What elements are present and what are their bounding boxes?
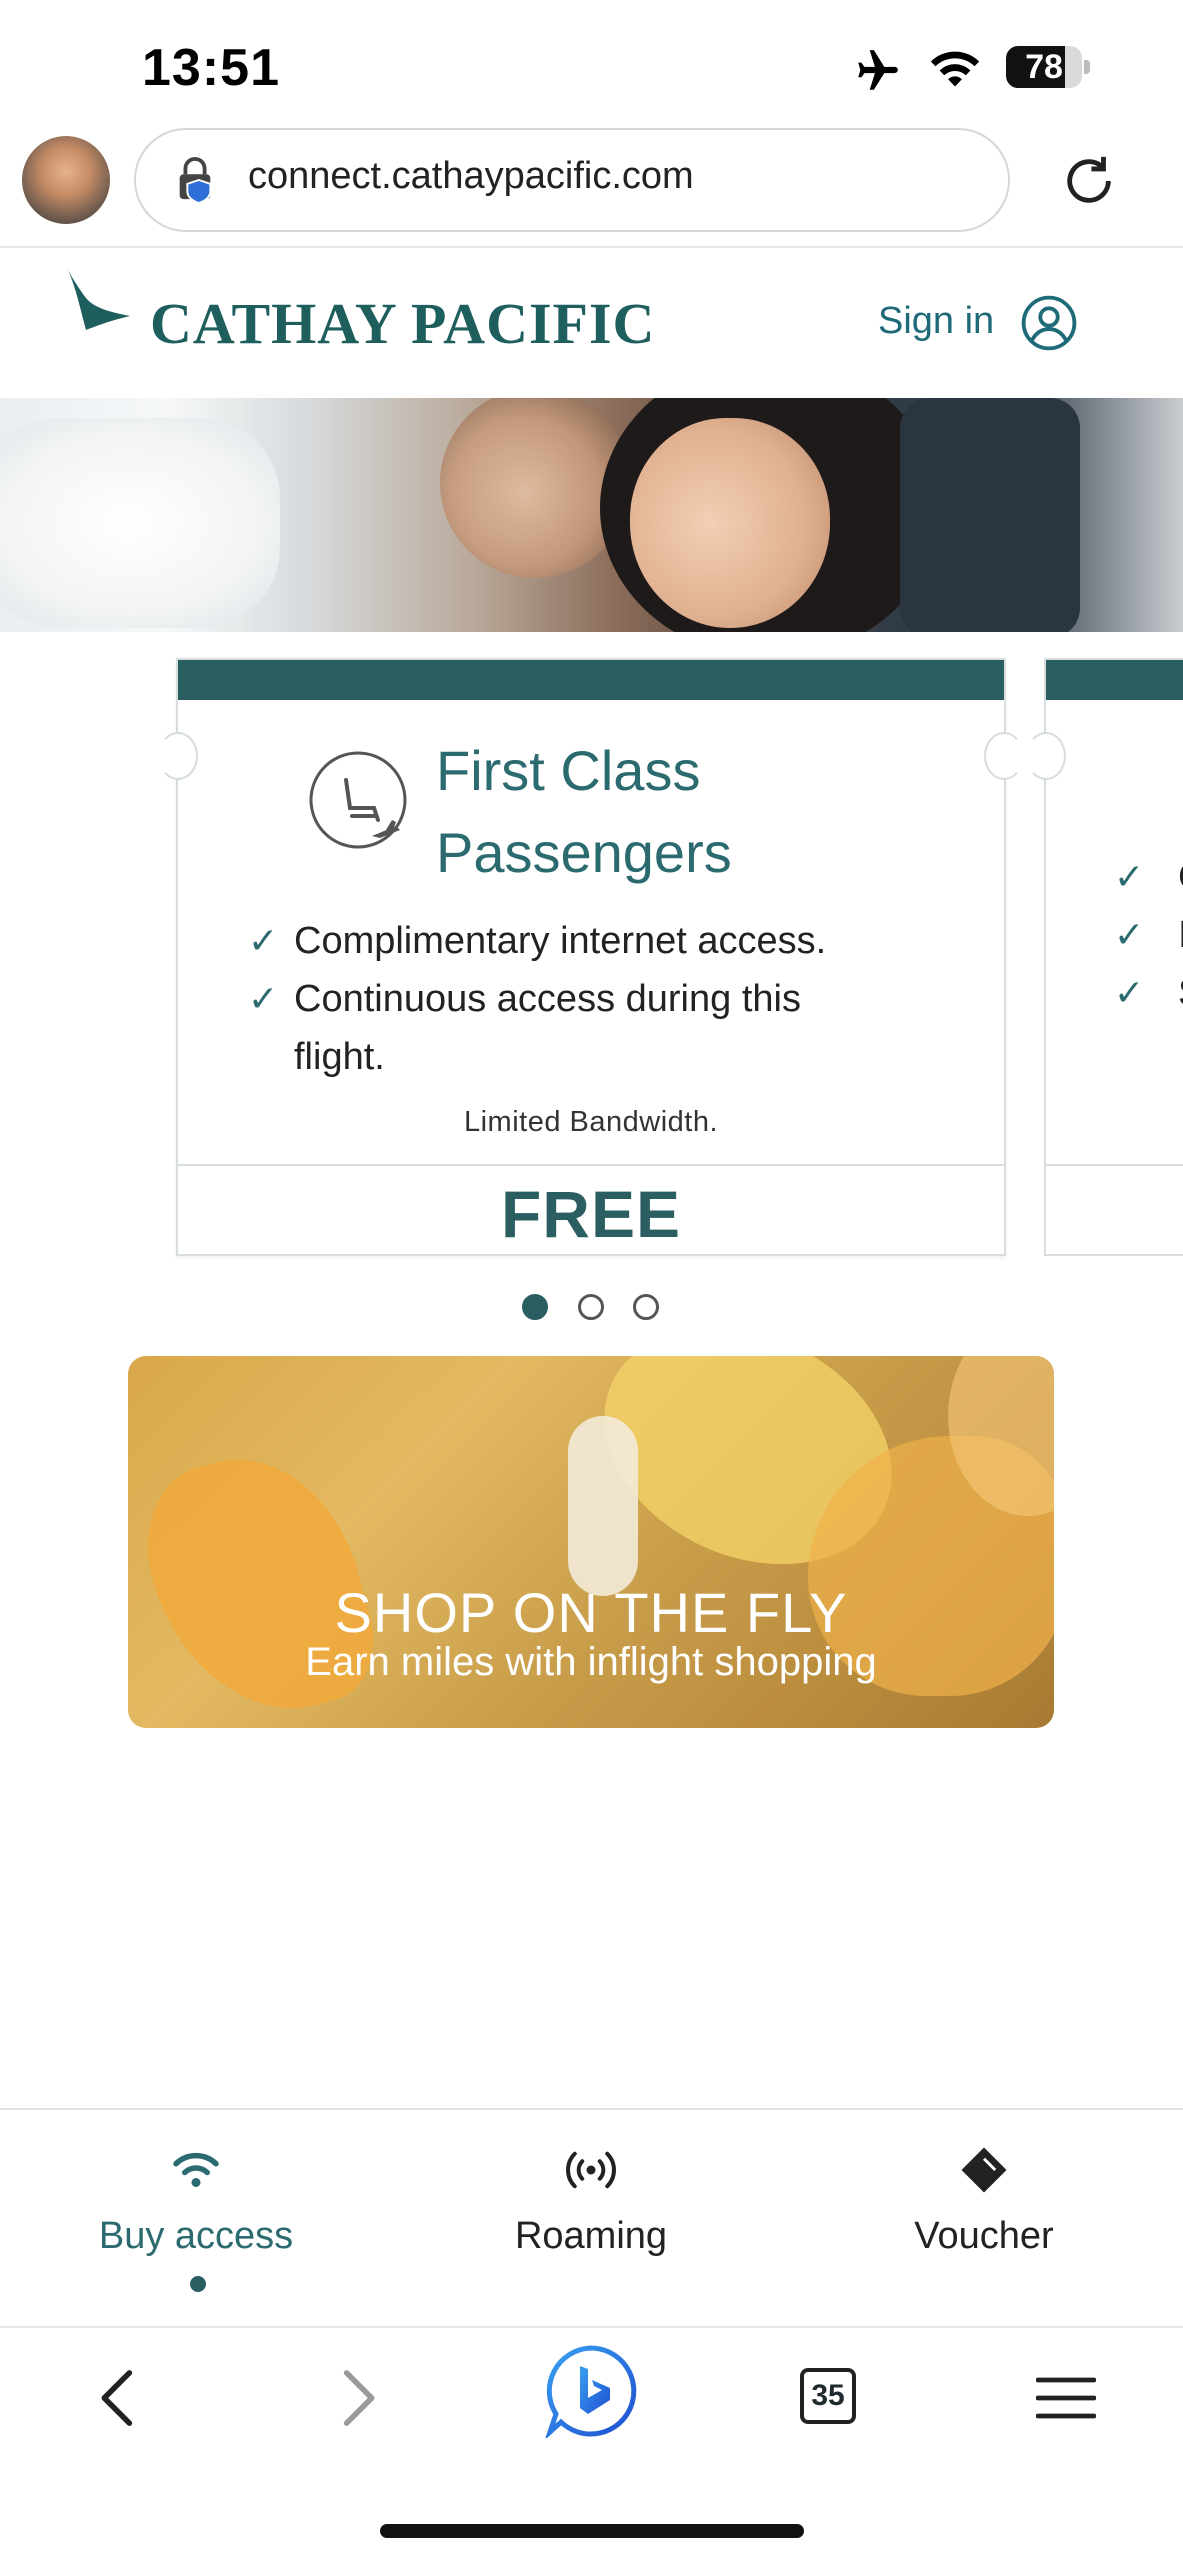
plan-title: First Class Passengers — [436, 739, 732, 884]
feature-text-partial: I — [1178, 914, 1183, 957]
feature-item: ✓ Complimentary internet access. — [248, 912, 884, 970]
url-text[interactable]: connect.cathaypacific.com — [248, 155, 694, 198]
ticket-notch — [158, 732, 198, 780]
active-tab-indicator — [190, 2276, 206, 2292]
voucher-icon — [961, 2147, 1007, 2193]
divider — [0, 2108, 1183, 2110]
divider — [0, 2326, 1183, 2328]
card-divider — [1046, 1164, 1183, 1166]
tab-voucher[interactable]: Voucher — [834, 2140, 1134, 2258]
menu-icon[interactable] — [1036, 2374, 1096, 2422]
tab-label: Roaming — [514, 2215, 668, 2257]
status-time: 13:51 — [142, 39, 280, 97]
site-security-icon[interactable] — [172, 154, 218, 206]
back-arrow-icon[interactable] — [90, 2366, 146, 2430]
feature-text: Complimentary internet access. — [294, 920, 827, 962]
hero-image — [0, 398, 1183, 632]
tab-switcher-button[interactable]: 35 — [800, 2368, 856, 2424]
shop-on-the-fly-banner[interactable]: SHOP ON THE FLY Earn miles with inflight… — [128, 1356, 1054, 1728]
brand-name[interactable]: CATHAY PACIFIC — [150, 290, 655, 357]
tab-roaming[interactable]: Roaming — [441, 2140, 741, 2258]
sign-in-link[interactable]: Sign in — [878, 300, 994, 343]
home-indicator[interactable] — [380, 2524, 804, 2538]
checkmark-icon: ✓ — [1114, 914, 1145, 955]
battery-indicator: 78 — [1006, 46, 1090, 90]
plan-card-first-class[interactable]: First Class Passengers ✓ Complimentary in… — [158, 658, 1024, 1256]
plan-card-next[interactable]: ✓ C ✓ I ✓ S — [1026, 658, 1183, 1256]
checkmark-icon: ✓ — [1114, 856, 1145, 897]
promo-title: SHOP ON THE FLY — [334, 1581, 848, 1644]
checkmark-icon: ✓ — [248, 920, 279, 961]
tab-label: Voucher — [914, 2215, 1054, 2257]
tab-label: Buy access — [98, 2215, 294, 2257]
bandwidth-note: Limited Bandwidth. — [463, 1106, 719, 1138]
bing-chat-icon[interactable] — [544, 2344, 638, 2438]
card-header-bar — [178, 660, 1004, 700]
checkmark-icon: ✓ — [1114, 972, 1145, 1013]
carousel-dot-1[interactable] — [522, 1294, 548, 1320]
profile-avatar[interactable] — [22, 136, 110, 224]
feature-text: Continuous access during this flight. — [294, 978, 801, 1078]
checkmark-icon: ✓ — [248, 978, 279, 1019]
card-header-bar — [1046, 660, 1183, 700]
cathay-brushwing-logo[interactable] — [62, 268, 132, 346]
ticket-notch — [1026, 732, 1066, 780]
carousel-dot-2[interactable] — [578, 1294, 604, 1320]
tab-buy-access[interactable]: Buy access — [46, 2140, 346, 2258]
ticket-notch — [984, 732, 1024, 780]
reload-icon[interactable] — [1060, 152, 1118, 210]
card-divider — [178, 1164, 1004, 1166]
plan-price[interactable]: FREE — [178, 1176, 1004, 1252]
user-account-icon[interactable] — [1020, 294, 1078, 352]
promo-subtitle: Earn miles with inflight shopping — [305, 1640, 877, 1684]
feature-text-partial: S — [1178, 972, 1183, 1015]
forward-arrow-icon[interactable] — [330, 2366, 386, 2430]
feature-item: ✓ Continuous access during this flight. — [248, 970, 884, 1086]
first-class-seat-icon — [309, 751, 407, 849]
feature-text-partial: C — [1178, 856, 1183, 899]
wifi-status-icon — [930, 51, 980, 87]
wifi-icon — [173, 2152, 219, 2187]
airplane-mode-icon — [858, 50, 898, 90]
roaming-icon — [566, 2151, 616, 2189]
carousel-dot-3[interactable] — [633, 1294, 659, 1320]
battery-level: 78 — [1025, 48, 1063, 86]
divider — [0, 246, 1183, 248]
